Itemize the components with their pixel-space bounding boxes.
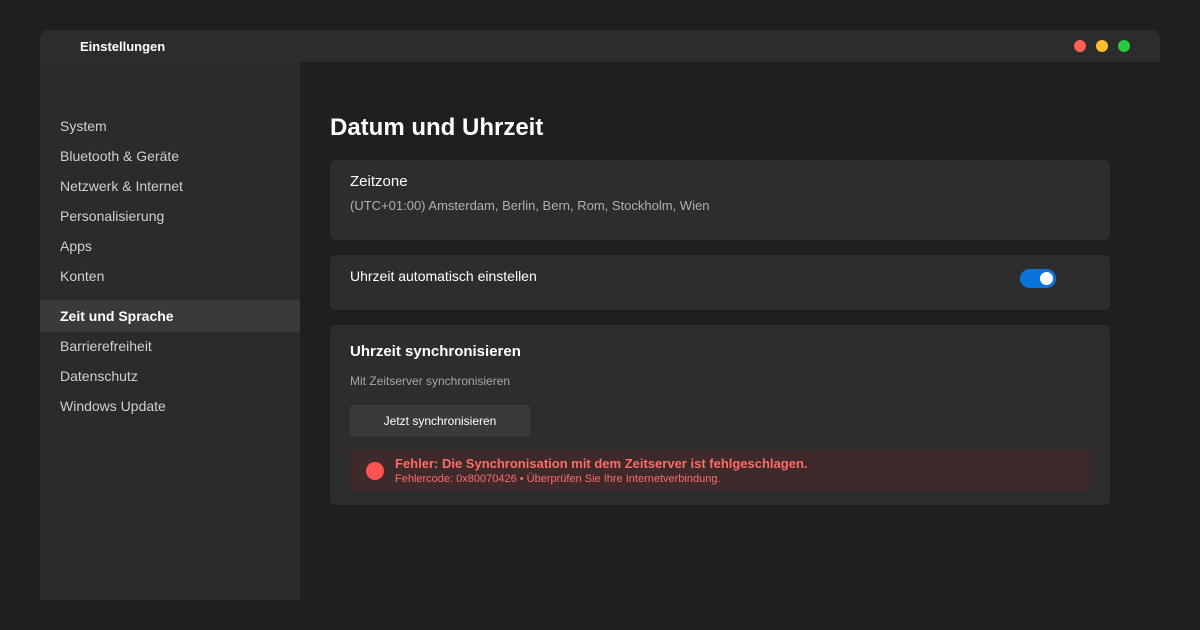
timezone-label: Zeitzone xyxy=(350,173,408,190)
sidebar-item-apps[interactable]: Apps xyxy=(40,230,300,262)
sidebar-item-label: System xyxy=(60,118,107,134)
sidebar-item-accessibility[interactable]: Barrierefreiheit xyxy=(40,330,300,362)
minimize-window-button[interactable] xyxy=(1096,40,1108,52)
sync-title: Uhrzeit synchronisieren xyxy=(350,343,521,360)
maximize-window-button[interactable] xyxy=(1118,40,1130,52)
sidebar-item-label: Barrierefreiheit xyxy=(60,338,152,354)
auto-time-toggle[interactable] xyxy=(1020,269,1056,288)
window-title: Einstellungen xyxy=(80,39,166,54)
main-content: Datum und Uhrzeit Zeitzone (UTC+01:00) A… xyxy=(300,62,1160,600)
sidebar-item-accounts[interactable]: Konten xyxy=(40,260,300,292)
error-detail: Fehlercode: 0x80070426 • Überprüfen Sie … xyxy=(395,473,721,485)
sidebar-item-label: Personalisierung xyxy=(60,208,165,224)
toggle-knob xyxy=(1040,272,1053,285)
sidebar: System Bluetooth & Geräte Netzwerk & Int… xyxy=(40,62,300,600)
sidebar-item-time-language[interactable]: Zeit und Sprache xyxy=(40,300,300,332)
sidebar-item-system[interactable]: System xyxy=(40,110,300,142)
sidebar-item-label: Netzwerk & Internet xyxy=(60,178,183,194)
close-window-button[interactable] xyxy=(1074,40,1086,52)
sidebar-item-privacy[interactable]: Datenschutz xyxy=(40,360,300,392)
sync-subtitle: Mit Zeitserver synchronisieren xyxy=(350,374,511,388)
sidebar-item-label: Bluetooth & Geräte xyxy=(60,148,180,164)
title-bar: Einstellungen xyxy=(40,30,1160,62)
sidebar-item-label: Apps xyxy=(60,238,92,254)
auto-time-card: Uhrzeit automatisch einstellen xyxy=(330,255,1110,310)
sidebar-item-network[interactable]: Netzwerk & Internet xyxy=(40,170,300,202)
sidebar-item-personalization[interactable]: Personalisierung xyxy=(40,200,300,232)
sidebar-item-label: Windows Update xyxy=(60,398,166,414)
sync-error-banner: Fehler: Die Synchronisation mit dem Zeit… xyxy=(350,450,1090,491)
sync-now-button[interactable]: Jetzt synchronisieren xyxy=(350,405,530,437)
timezone-value: (UTC+01:00) Amsterdam, Berlin, Bern, Rom… xyxy=(350,198,710,213)
sidebar-item-label: Konten xyxy=(60,268,105,284)
timezone-card[interactable]: Zeitzone (UTC+01:00) Amsterdam, Berlin, … xyxy=(330,160,1110,240)
auto-time-label: Uhrzeit automatisch einstellen xyxy=(350,268,537,284)
error-dot-icon xyxy=(366,462,384,480)
sidebar-item-bluetooth[interactable]: Bluetooth & Geräte xyxy=(40,140,300,172)
sidebar-item-label: Zeit und Sprache xyxy=(60,308,174,324)
error-title: Fehler: Die Synchronisation mit dem Zeit… xyxy=(395,456,808,471)
settings-window: Einstellungen System Bluetooth & Geräte … xyxy=(40,30,1160,600)
page-title: Datum und Uhrzeit xyxy=(330,114,544,141)
sync-card: Uhrzeit synchronisieren Mit Zeitserver s… xyxy=(330,325,1110,505)
sidebar-item-label: Datenschutz xyxy=(60,368,138,384)
sidebar-item-windows-update[interactable]: Windows Update xyxy=(40,390,300,422)
